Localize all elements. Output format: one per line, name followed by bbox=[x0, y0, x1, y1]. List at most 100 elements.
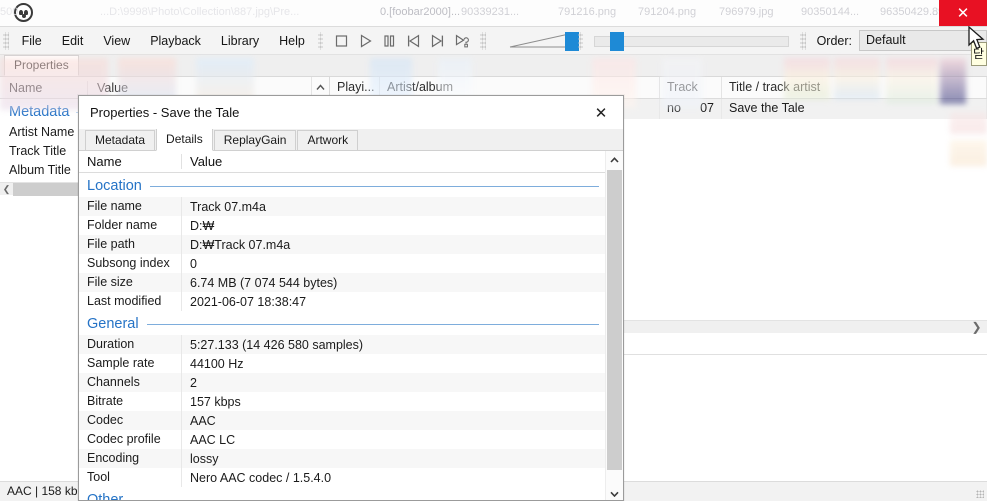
taskbar-ghost-0: 500 bbox=[0, 6, 19, 18]
dialog-close-button[interactable]: ✕ bbox=[579, 96, 623, 129]
taskbar-ghost-5[interactable]: 791204.png bbox=[638, 6, 696, 18]
details-row[interactable]: Last modified 2021-06-07 18:38:47 bbox=[79, 292, 605, 311]
details-row[interactable]: File name Track 07.m4a bbox=[79, 197, 605, 216]
details-row-value: 6.74 MB (7 074 544 bytes) bbox=[190, 275, 338, 290]
toolbar-grip-playback[interactable] bbox=[317, 31, 324, 50]
details-row-key: Codec profile bbox=[79, 430, 182, 449]
menu-item-file[interactable]: File bbox=[12, 30, 52, 52]
details-row-key: Duration bbox=[79, 335, 182, 354]
pause-icon[interactable] bbox=[382, 33, 397, 48]
details-row[interactable]: Sample rate 44100 Hz bbox=[79, 354, 605, 373]
toolbar-grip-seek[interactable] bbox=[577, 31, 584, 50]
chevron-left-icon[interactable]: ❮ bbox=[0, 184, 13, 195]
details-row-key: Folder name bbox=[79, 216, 182, 235]
tab-details[interactable]: Details bbox=[156, 128, 213, 151]
section-location-label: Location bbox=[87, 178, 142, 194]
chevron-down-icon[interactable] bbox=[606, 485, 623, 500]
menu-item-view[interactable]: View bbox=[93, 30, 140, 52]
dialog-title-bar[interactable]: Properties - Save the Tale ✕ bbox=[79, 96, 623, 129]
taskbar-ghost-8[interactable]: 96350429... bbox=[880, 6, 938, 18]
details-row[interactable]: Codec profile AAC LC bbox=[79, 430, 605, 449]
details-row-value: Nero AAC codec / 1.5.4.0 bbox=[190, 470, 332, 485]
column-header-name[interactable]: Name bbox=[79, 154, 182, 169]
stop-icon[interactable] bbox=[334, 33, 349, 48]
taskbar-ghost-1: ...D:\9998\Photo\Collection\887.jpg\Pre.… bbox=[100, 6, 300, 18]
tab-artwork[interactable]: Artwork bbox=[297, 130, 359, 150]
details-row[interactable]: File size 6.74 MB (7 074 544 bytes) bbox=[79, 273, 605, 292]
chevron-right-icon[interactable]: ❯ bbox=[970, 320, 983, 334]
dialog-tabs: Metadata Details ReplayGain Artwork bbox=[79, 128, 623, 151]
volume-slider[interactable] bbox=[495, 30, 580, 52]
details-list-header: Name Value bbox=[79, 151, 605, 173]
tab-metadata[interactable]: Metadata bbox=[85, 130, 156, 150]
chevron-up-icon[interactable] bbox=[606, 151, 623, 168]
dialog-vscrollbar[interactable] bbox=[605, 151, 623, 500]
playback-order-group: Order: Default bbox=[809, 30, 987, 51]
taskbar-ghost-4[interactable]: 791216.png bbox=[558, 6, 616, 18]
window-close-button[interactable]: ✕ bbox=[939, 0, 987, 27]
details-row-key: Tool bbox=[79, 468, 182, 487]
details-row[interactable]: Channels 2 bbox=[79, 373, 605, 392]
menu-item-library[interactable]: Library bbox=[211, 30, 269, 52]
details-row-key: Bitrate bbox=[79, 392, 182, 411]
details-row-key: File path bbox=[79, 235, 182, 254]
resize-grip[interactable] bbox=[976, 490, 984, 498]
seek-slider[interactable] bbox=[594, 30, 789, 52]
seek-slider-thumb[interactable] bbox=[610, 31, 625, 51]
details-row-value: AAC bbox=[190, 413, 216, 428]
menu-item-help[interactable]: Help bbox=[269, 30, 315, 52]
details-row-key: Channels bbox=[79, 373, 182, 392]
taskbar-ghost-3[interactable]: 90339231... bbox=[461, 6, 519, 18]
playback-order-select[interactable]: Default bbox=[859, 30, 987, 51]
column-header-track-no[interactable]: Track no bbox=[660, 77, 722, 115]
details-row[interactable]: Tool Nero AAC codec / 1.5.4.0 bbox=[79, 468, 605, 487]
details-row-value: 44100 Hz bbox=[190, 356, 244, 371]
random-icon[interactable] bbox=[454, 33, 470, 48]
details-row-key: Sample rate bbox=[79, 354, 182, 373]
vscrollbar-thumb[interactable] bbox=[607, 170, 622, 470]
tab-properties[interactable]: Properties bbox=[4, 55, 79, 76]
tab-replaygain[interactable]: ReplayGain bbox=[213, 130, 297, 150]
taskbar-ghost-7[interactable]: 90350144... bbox=[801, 6, 859, 18]
divider bbox=[146, 323, 599, 325]
divider bbox=[131, 499, 599, 500]
toolbar-grip-volume[interactable] bbox=[480, 31, 487, 50]
tooltip-close: 닫 bbox=[971, 42, 987, 66]
toolbar: File Edit View Playback Library Help Ord… bbox=[0, 27, 987, 55]
menu-item-playback[interactable]: Playback bbox=[140, 30, 211, 52]
details-row-key: File name bbox=[79, 197, 182, 216]
details-row[interactable]: File path D:₩Track 07.m4a bbox=[79, 235, 605, 254]
next-icon[interactable] bbox=[430, 33, 445, 48]
details-row-value: Track 07.m4a bbox=[190, 199, 266, 214]
panel-tab-strip: Properties bbox=[0, 55, 987, 77]
column-header-value[interactable]: Value bbox=[88, 81, 311, 95]
playback-controls bbox=[326, 33, 477, 48]
details-row[interactable]: Subsong index 0 bbox=[79, 254, 605, 273]
play-icon[interactable] bbox=[358, 33, 373, 48]
dialog-body: Name Value Location File name Track 07.m… bbox=[79, 151, 623, 500]
screen: 500 ...D:\9998\Photo\Collection\887.jpg\… bbox=[0, 0, 987, 501]
taskbar-ghost-6[interactable]: 796979.jpg bbox=[719, 6, 773, 18]
column-header-name[interactable]: Name bbox=[0, 80, 88, 95]
details-list: Name Value Location File name Track 07.m… bbox=[79, 151, 605, 500]
column-header-value[interactable]: Value bbox=[182, 154, 605, 169]
details-row[interactable]: Bitrate 157 kbps bbox=[79, 392, 605, 411]
details-row[interactable]: Folder name D:₩ bbox=[79, 216, 605, 235]
details-row[interactable]: Encoding lossy bbox=[79, 449, 605, 468]
close-icon: ✕ bbox=[594, 104, 608, 122]
properties-row-key: Album Title bbox=[9, 162, 71, 177]
taskbar-ghost-2[interactable]: 0.[foobar2000]... bbox=[380, 6, 460, 18]
details-row-value: AAC LC bbox=[190, 432, 236, 447]
previous-icon[interactable] bbox=[406, 33, 421, 48]
column-header-title[interactable]: Title / track artist bbox=[722, 77, 987, 98]
toolbar-grip-menu[interactable] bbox=[3, 31, 9, 50]
menu-item-edit[interactable]: Edit bbox=[52, 30, 94, 52]
details-row[interactable]: Duration 5:27.133 (14 426 580 samples) bbox=[79, 335, 605, 354]
toolbar-grip-order[interactable] bbox=[799, 31, 806, 50]
section-location: Location bbox=[79, 173, 605, 197]
details-row[interactable]: Codec AAC bbox=[79, 411, 605, 430]
playlist-cell-track-no: 07 bbox=[660, 99, 722, 119]
details-row-value: 0 bbox=[190, 256, 197, 271]
details-row-key: Subsong index bbox=[79, 254, 182, 273]
section-general: General bbox=[79, 311, 605, 335]
